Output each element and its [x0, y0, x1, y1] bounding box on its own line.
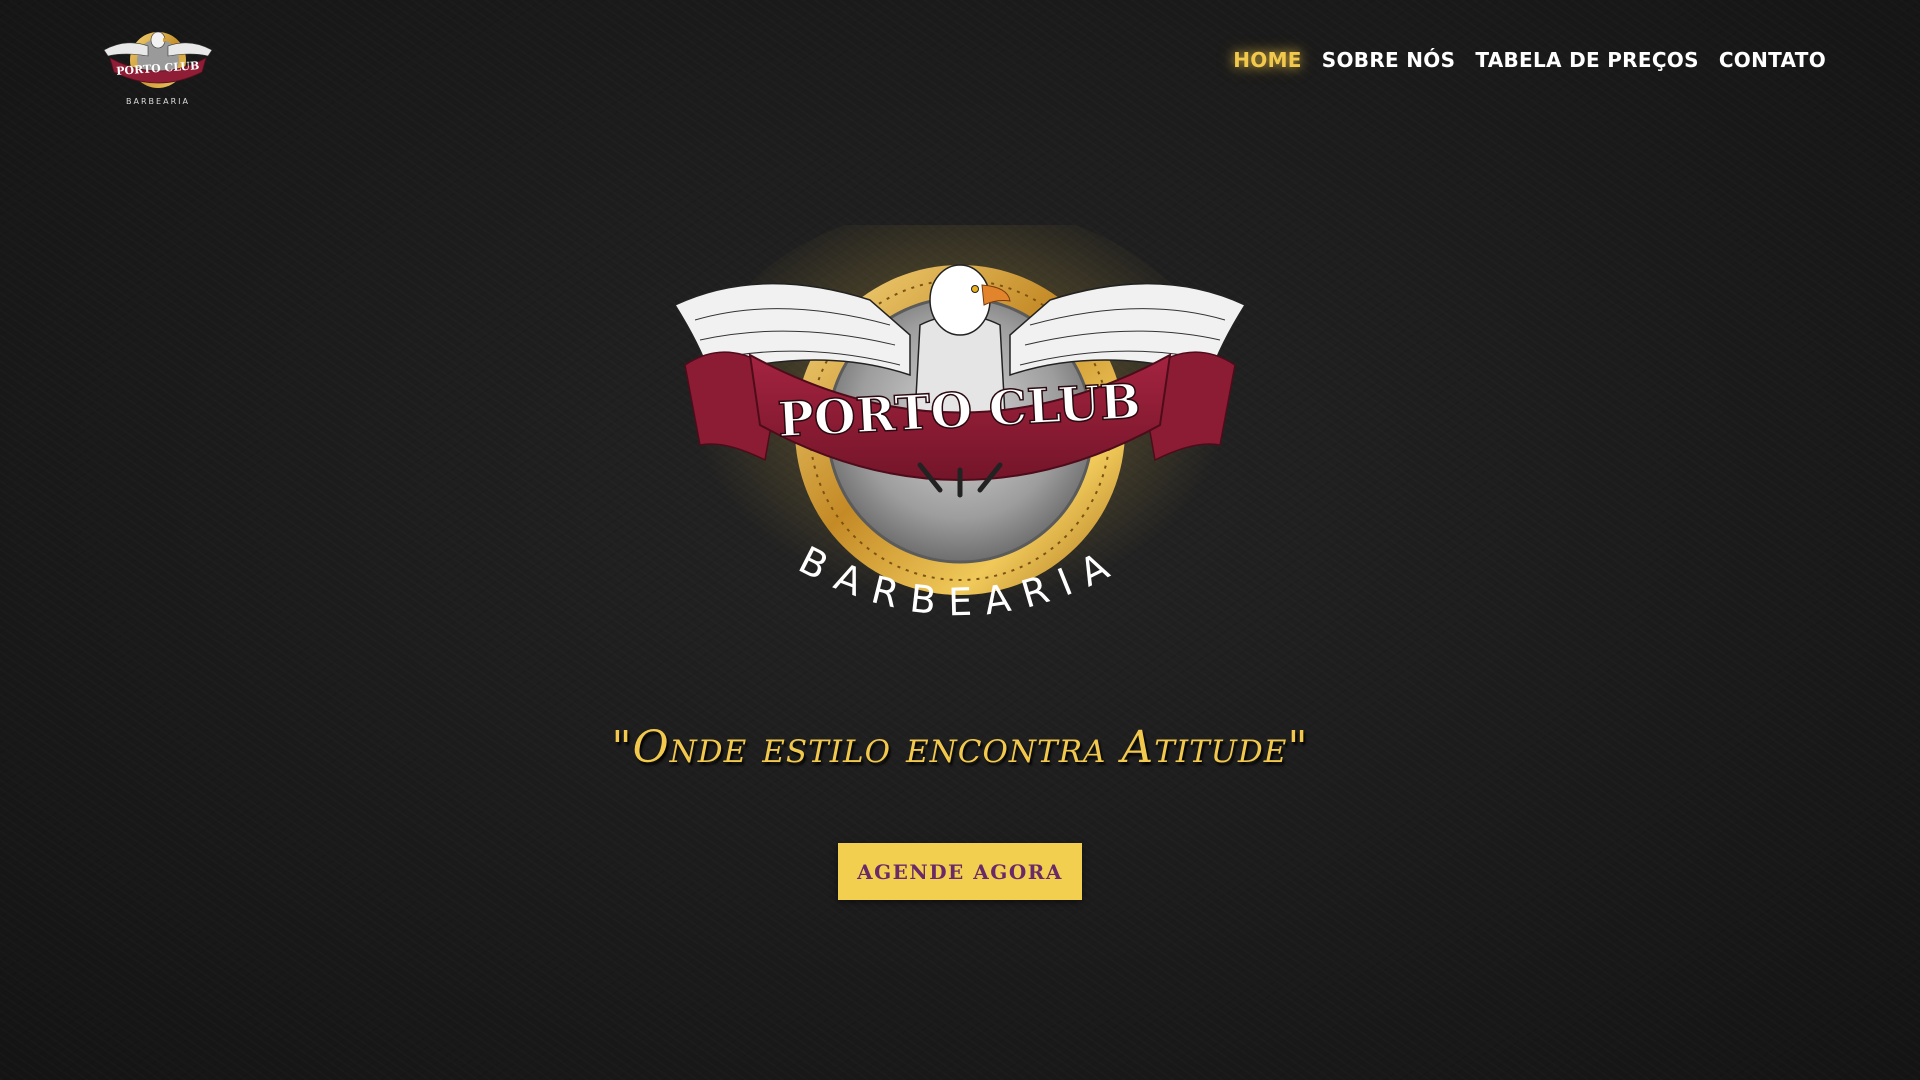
- nav-sobre-nos[interactable]: SOBRE NÓS: [1322, 48, 1456, 72]
- site-header: PORTO CLUB BARBEARIA HOME SOBRE NÓS TABE…: [0, 0, 1920, 130]
- agende-agora-button[interactable]: AGENDE AGORA: [838, 843, 1082, 900]
- hero-logo: PORTO CLUB BARBEARIA: [673, 225, 1247, 625]
- hero-tagline: "Onde estilo encontra Atitude": [611, 722, 1309, 773]
- header-logo[interactable]: PORTO CLUB BARBEARIA: [96, 20, 220, 110]
- nav-contato[interactable]: CONTATO: [1719, 48, 1826, 72]
- nav-home[interactable]: HOME: [1233, 48, 1302, 72]
- main-nav: HOME SOBRE NÓS TABELA DE PREÇOS CONTATO: [1233, 48, 1826, 72]
- nav-tabela-de-precos[interactable]: TABELA DE PREÇOS: [1475, 48, 1699, 72]
- header-logo-sub: BARBEARIA: [126, 97, 190, 106]
